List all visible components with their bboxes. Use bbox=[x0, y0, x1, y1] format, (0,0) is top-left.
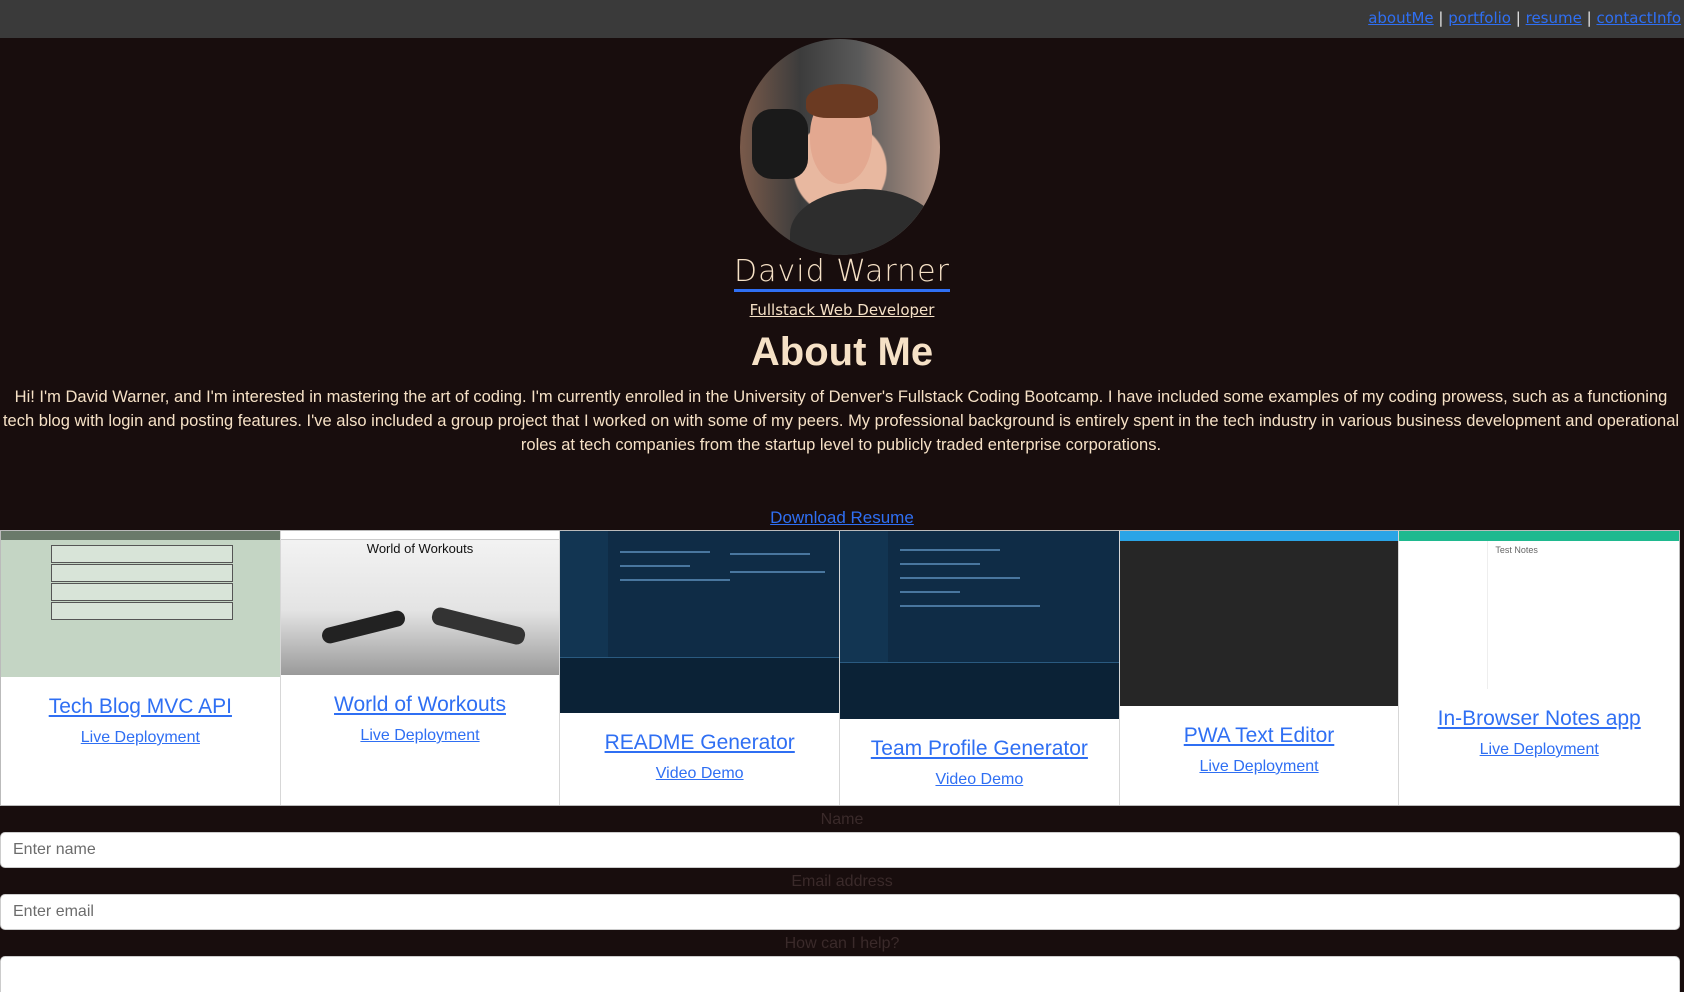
workouts-thumb-title: World of Workouts bbox=[366, 541, 474, 556]
nav-link-portfolio[interactable]: portfolio bbox=[1448, 9, 1511, 27]
pwa-text-editor-screenshot[interactable] bbox=[1119, 531, 1399, 706]
card-title-world-of-workouts[interactable]: World of Workouts bbox=[334, 693, 506, 717]
profile-avatar bbox=[740, 39, 940, 255]
portfolio-cards: Tech Blog MVC API Live Deployment World … bbox=[0, 530, 1680, 806]
portfolio-card-pwa-text-editor: PWA Text Editor Live Deployment bbox=[1119, 531, 1400, 805]
avatar-hair-shape bbox=[806, 84, 878, 118]
profile-name-text[interactable]: David Warner bbox=[734, 254, 950, 292]
card-title-tech-blog[interactable]: Tech Blog MVC API bbox=[49, 695, 232, 719]
avatar-camera-shape bbox=[752, 109, 808, 179]
notes-app-screenshot[interactable]: Test Notes bbox=[1399, 531, 1680, 689]
about-heading: About Me bbox=[750, 330, 934, 374]
avatar-hoodie-shape bbox=[790, 189, 940, 255]
nav-links: aboutMe | portfolio | resume | contactIn… bbox=[1368, 9, 1681, 27]
card-link-pwa-text-editor[interactable]: Live Deployment bbox=[1199, 758, 1318, 776]
email-input[interactable] bbox=[0, 894, 1680, 930]
profile-name[interactable]: David Warner bbox=[0, 254, 1684, 292]
world-of-workouts-screenshot[interactable]: World of Workouts bbox=[280, 531, 560, 675]
tech-blog-screenshot[interactable] bbox=[1, 531, 280, 677]
portfolio-card-readme-generator: README Generator Video Demo bbox=[560, 531, 841, 805]
nav-separator: | bbox=[1438, 9, 1444, 27]
notes-thumb-title: Test Notes bbox=[1495, 545, 1538, 555]
card-link-readme-generator[interactable]: Video Demo bbox=[656, 765, 744, 783]
nav-link-resume[interactable]: resume bbox=[1526, 9, 1582, 27]
portfolio-card-world-of-workouts: World of Workouts World of Workouts Live… bbox=[280, 531, 561, 805]
profile-tagline[interactable]: Fullstack Web Developer bbox=[0, 301, 1684, 319]
about-text: Hi! I'm David Warner, and I'm interested… bbox=[2, 388, 1680, 454]
help-textarea[interactable] bbox=[0, 956, 1680, 992]
name-input[interactable] bbox=[0, 832, 1680, 868]
email-label: Email address bbox=[791, 873, 893, 890]
nav-separator: | bbox=[1586, 9, 1592, 27]
help-label: How can I help? bbox=[784, 935, 900, 952]
download-resume-link[interactable]: Download Resume bbox=[0, 508, 1684, 528]
portfolio-card-team-profile-generator: Team Profile Generator Video Demo bbox=[840, 531, 1120, 805]
nav-link-contactinfo[interactable]: contactInfo bbox=[1596, 9, 1681, 27]
portfolio-card-notes-app: Test Notes In-Browser Notes app Live Dep… bbox=[1399, 531, 1680, 805]
card-title-pwa-text-editor[interactable]: PWA Text Editor bbox=[1184, 724, 1335, 748]
card-title-readme-generator[interactable]: README Generator bbox=[605, 731, 795, 755]
navbar: aboutMe | portfolio | resume | contactIn… bbox=[0, 0, 1684, 38]
team-profile-generator-screenshot[interactable] bbox=[840, 531, 1119, 719]
card-link-notes-app[interactable]: Live Deployment bbox=[1480, 741, 1599, 759]
portfolio-card-tech-blog: Tech Blog MVC API Live Deployment bbox=[1, 531, 281, 805]
card-link-tech-blog[interactable]: Live Deployment bbox=[81, 729, 200, 747]
nav-separator: | bbox=[1515, 9, 1521, 27]
card-link-world-of-workouts[interactable]: Live Deployment bbox=[360, 727, 479, 745]
card-title-notes-app[interactable]: In-Browser Notes app bbox=[1438, 707, 1641, 731]
name-label: Name bbox=[820, 811, 864, 828]
readme-generator-screenshot[interactable] bbox=[560, 531, 840, 713]
card-link-team-profile-generator[interactable]: Video Demo bbox=[935, 771, 1023, 789]
card-title-team-profile-generator[interactable]: Team Profile Generator bbox=[871, 737, 1088, 761]
nav-link-aboutme[interactable]: aboutMe bbox=[1368, 9, 1433, 27]
